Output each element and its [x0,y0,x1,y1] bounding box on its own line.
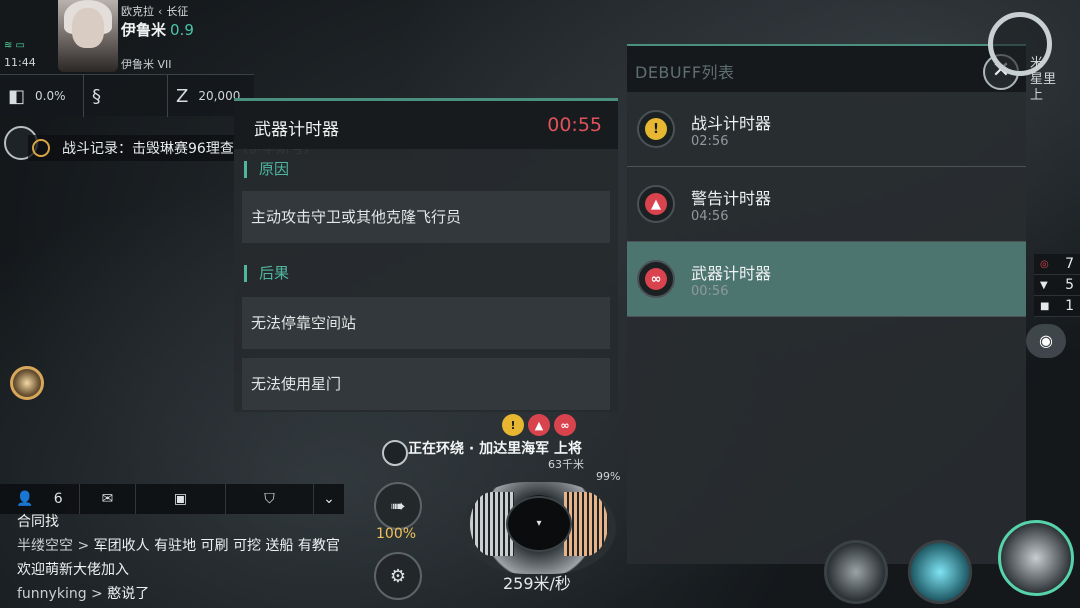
weapon-module-icon[interactable] [998,520,1074,596]
debuff-time: 00:56 [691,284,729,299]
debuff-name: 战斗计时器 [691,114,772,133]
drone-counter[interactable]: ▼ 5 [1034,275,1080,296]
chat-message: funnyking > 憨说了 [17,586,150,602]
weapon-timer-icon: ∞ [637,260,675,298]
cargo-resource[interactable]: ◧ 0.0% [0,75,84,117]
gear-icon: ⚙ [389,565,407,587]
debuff-list-header: DEBUFF列表 ✕ [627,46,1026,92]
effect-item: 无法使用星门 [242,358,610,410]
dna-icon: § [92,85,101,107]
warning-timer-icon: ▲ [637,185,675,223]
chat-message: 半缕空空 > 军团收人 有驻地 可刷 可挖 送船 有教官 欢迎萌新大佬加入 [17,538,340,578]
drone-icon: ▼ [1040,279,1048,291]
shield-module-icon[interactable] [824,540,888,604]
debuff-name: 警告计时器 [691,189,772,208]
speed-percent: 100% [376,526,417,542]
warning-timer-icon: ▲ [528,414,550,436]
speed-control-button[interactable]: ➠ [374,482,422,530]
current-system[interactable]: 伊鲁米 0.9 [121,19,194,40]
chat-log[interactable]: 合同找 半缕空空 > 军团收人 有驻地 可刷 可挖 送船 有教官 欢迎萌新大佬加… [17,510,347,606]
debuff-item-combat-timer[interactable]: ! 战斗计时器 02:56 [627,92,1026,167]
region-name: 欧克拉 [121,5,154,18]
side-counters: ◎ 7 ▼ 5 ■ 1 [1034,254,1080,317]
target-icon: ◎ [1040,258,1049,270]
orbit-icon[interactable] [382,440,408,466]
target-counter[interactable]: ◎ 7 [1034,254,1080,275]
kill-marker-icon [32,139,50,157]
weapon-timer-countdown: 00:55 [547,114,602,136]
debuff-time: 02:56 [691,134,729,149]
debuff-time: 04:56 [691,209,729,224]
weapon-timer-panel: 武器计时器 00:55 原因 主动攻击守卫或其他克隆飞行员 后果 无法停靠空间站… [234,98,618,412]
back-chevron-icon: ‹ [158,5,163,18]
cargo-icon: ■ [1040,300,1050,312]
debuff-list-title: DEBUFF列表 [635,63,735,82]
beacon-icon[interactable] [10,366,44,400]
cargo-icon: ◧ [8,85,26,107]
cause-text: 主动攻击守卫或其他克隆飞行员 [242,191,610,243]
target-distance: 63千米 [548,458,584,471]
chat-message: 合同找 [17,514,59,530]
filter-icon: ⛉ [264,491,275,507]
resource-bar: ◧ 0.0% § Z 20,000 [0,74,254,117]
clock: 11:44 [4,56,36,69]
cargo-value: 0.0% [35,89,66,103]
person-icon: 👤 [16,491,34,507]
capacitor-percent: 99% [596,470,621,483]
debuff-name: 武器计时器 [691,264,772,283]
debuff-list-panel: DEBUFF列表 ✕ ! 战斗计时器 02:56 ▲ 警告计时器 04:56 ∞… [627,44,1026,564]
mail-icon: ✉ [101,491,114,507]
propulsion-module-icon[interactable] [908,540,972,604]
ship-status-dial[interactable]: ▾ [462,482,616,574]
player-portrait[interactable] [58,0,118,72]
chevron-down-icon: ⌄ [323,491,335,507]
system-title: 伊鲁米 [121,21,167,39]
weapon-timer-icon: ∞ [554,414,576,436]
station-name: 伊鲁米 VII [121,58,172,71]
dna-resource[interactable]: § [84,75,168,117]
eye-icon[interactable]: ◉ [1026,324,1066,358]
connection-status-icon: ≋ ▭ [4,40,26,51]
effect-label: 后果 [244,265,289,282]
target-status-icons: ! ▲ ∞ [502,414,576,436]
weapon-timer-title: 武器计时器 [254,120,339,140]
cause-label: 原因 [244,161,289,178]
combat-timer-icon: ! [637,110,675,148]
debuff-item-weapon-timer[interactable]: ∞ 武器计时器 00:56 [627,242,1026,317]
z-icon: Z [176,85,189,107]
cargo-counter[interactable]: ■ 1 [1034,296,1080,317]
weapon-timer-header: 武器计时器 00:55 [234,101,618,149]
effect-item: 无法停靠空间站 [242,297,610,349]
settings-button[interactable]: ⚙ [374,552,422,600]
orbit-status: 正在环绕 · 加达里海军 上将 [408,441,582,457]
chat-bubble-icon: ▣ [173,491,188,507]
engine-icon: ➠ [390,495,406,517]
ship-core-icon: ▾ [506,496,572,552]
location-breadcrumb[interactable]: 欧克拉 ‹ 长征 [121,3,188,19]
debuff-item-warning-timer[interactable]: ▲ 警告计时器 04:56 [627,167,1026,242]
combat-timer-icon: ! [502,414,524,436]
constellation-name: 长征 [166,5,189,18]
compass-label: 米 星里 上 [1030,56,1057,103]
ship-speed: 259米/秒 [503,574,571,593]
security-status: 0.9 [170,21,194,39]
